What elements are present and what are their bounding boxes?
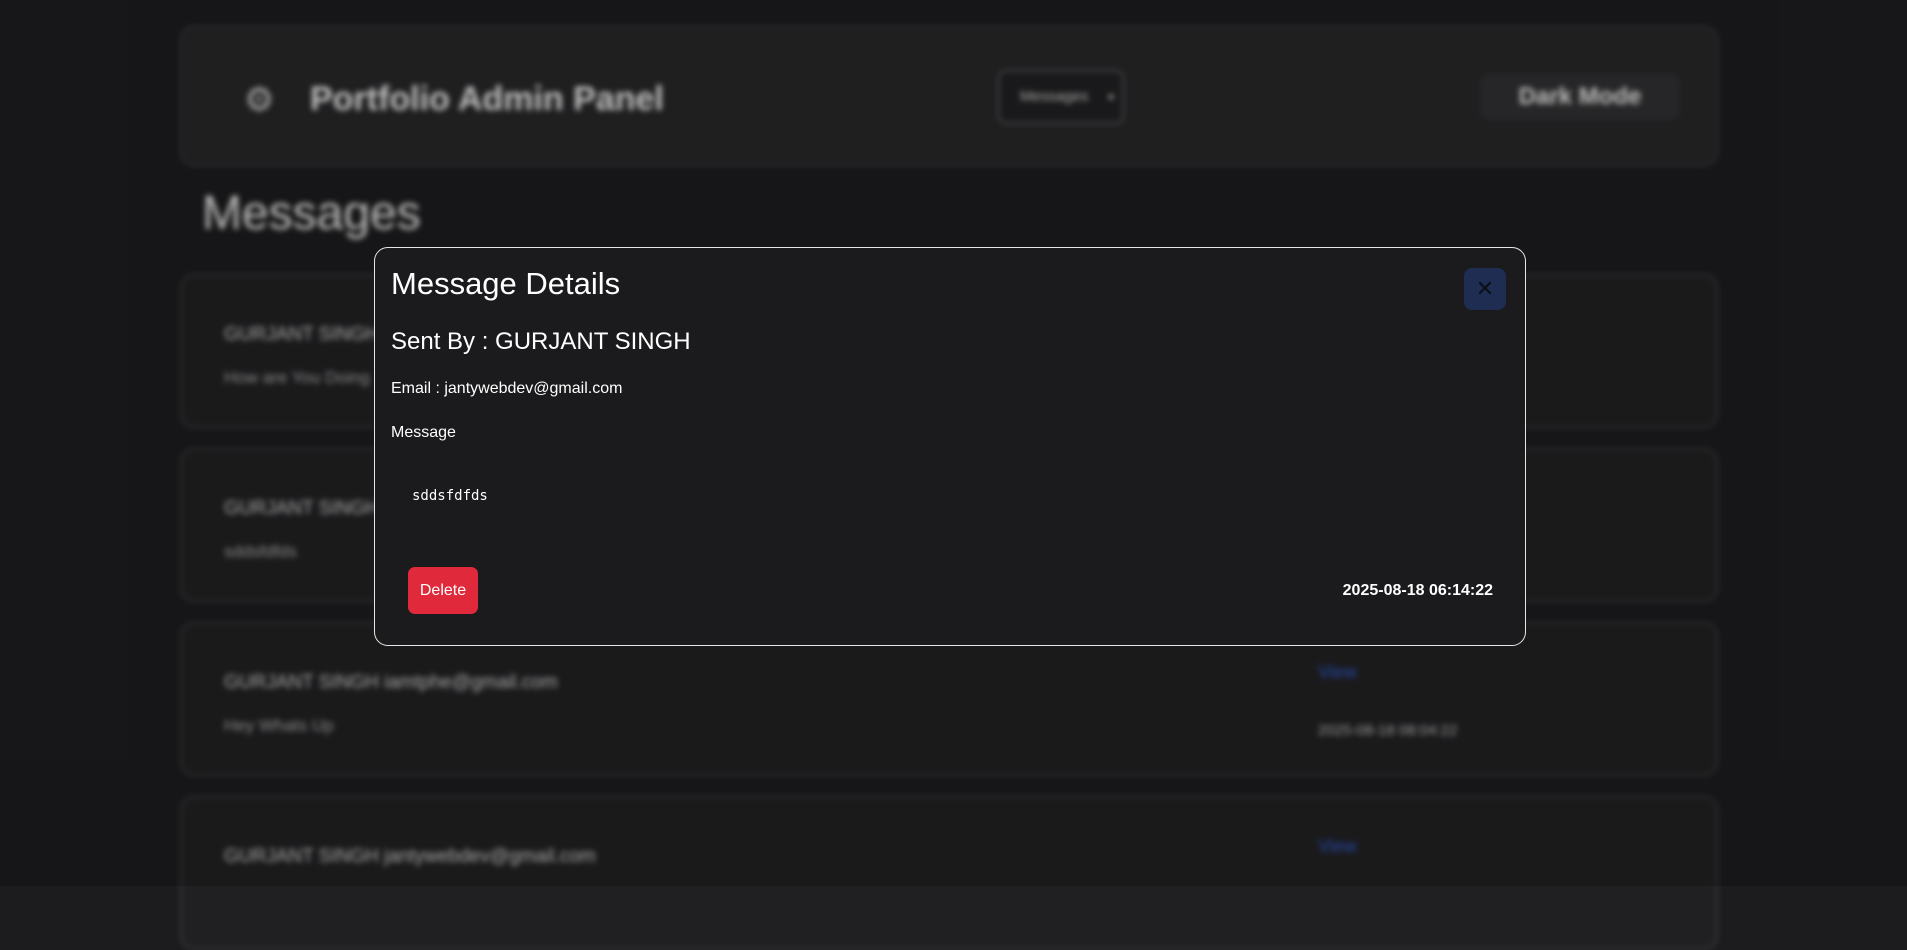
message-details-modal: Message Details ✕ Sent By : GURJANT SING… [374, 247, 1526, 646]
message-content: sddsfdfds [412, 488, 488, 504]
message-timestamp: 2025-08-18 06:14:22 [1342, 582, 1493, 599]
modal-title: Message Details [391, 266, 621, 301]
sent-by: Sent By : GURJANT SINGH [391, 328, 691, 355]
sender-email: Email : jantywebdev@gmail.com [391, 380, 623, 397]
close-icon: ✕ [1475, 276, 1495, 301]
message-label: Message [391, 424, 456, 441]
delete-button[interactable]: Delete [408, 567, 478, 614]
close-button[interactable]: ✕ [1464, 268, 1506, 310]
